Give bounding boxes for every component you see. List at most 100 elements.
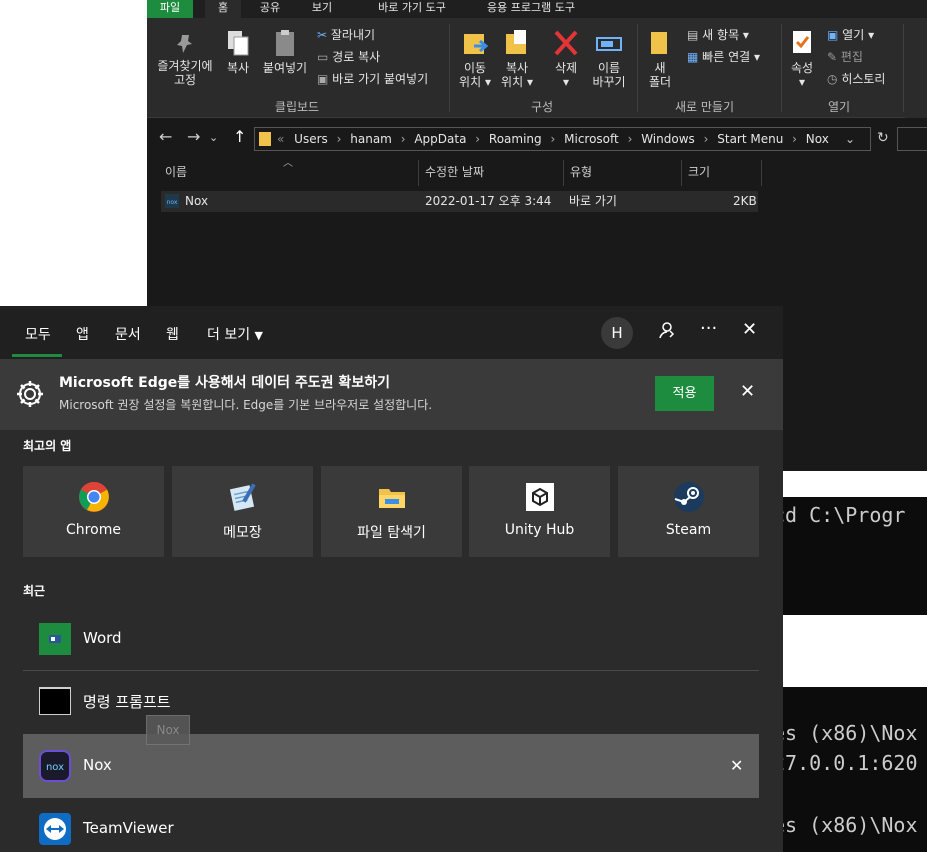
breadcrumb-separator: ›: [627, 132, 633, 146]
breadcrumb: Users › hanam › AppData › Roaming › Micr…: [288, 132, 829, 146]
delete-x-icon: [554, 30, 578, 56]
new-item-button[interactable]: ▤ 새 항목 ▾: [687, 28, 749, 42]
edit-button[interactable]: ✎ 편집: [827, 50, 863, 64]
breadcrumb-item[interactable]: Microsoft: [564, 132, 619, 146]
new-folder-button[interactable]: 새 폴더: [643, 28, 677, 89]
chevron-down-icon[interactable]: ⌄: [845, 128, 855, 150]
terminal-window: cd C:\Progr: [773, 497, 927, 615]
column-separator[interactable]: [761, 160, 762, 186]
column-size[interactable]: 크기: [684, 160, 760, 186]
tab-view[interactable]: 보기: [303, 0, 341, 18]
breadcrumb-item[interactable]: Roaming: [489, 132, 542, 146]
forward-arrow-icon[interactable]: →: [187, 127, 200, 146]
breadcrumb-separator: ›: [703, 132, 709, 146]
background-window-area: [783, 471, 927, 497]
new-folder-label-2: 폴더: [648, 75, 672, 89]
cut-label: 잘라내기: [330, 28, 376, 42]
ribbon-separator: [781, 24, 782, 112]
breadcrumb-item[interactable]: Start Menu: [717, 132, 783, 146]
avatar[interactable]: H: [601, 317, 633, 349]
copy-button[interactable]: 복사: [221, 28, 255, 75]
drag-tooltip: Nox: [146, 715, 190, 745]
search-input[interactable]: [897, 127, 927, 151]
recent-heading: 최근: [23, 584, 46, 598]
column-separator[interactable]: [418, 160, 419, 186]
search-filter-bar: 모두 앱 문서 웹 더 보기 ▼ H ··· ✕: [0, 306, 783, 359]
properties-button[interactable]: 속성 ▾: [785, 28, 819, 89]
column-separator[interactable]: [563, 160, 564, 186]
app-tile-file-explorer[interactable]: 파일 탐색기: [321, 466, 462, 557]
tab-application-tools[interactable]: 응용 프로그램 도구: [469, 0, 593, 18]
address-overflow[interactable]: «: [277, 132, 284, 146]
easy-access-icon: ▦: [687, 50, 699, 64]
copy-path-icon: ▭: [317, 50, 329, 64]
back-arrow-icon[interactable]: ←: [159, 127, 172, 146]
paste-shortcut-button[interactable]: ▣ 바로 가기 붙여넣기: [317, 72, 428, 86]
refresh-icon[interactable]: ↻: [877, 130, 889, 146]
breadcrumb-item[interactable]: Nox: [806, 132, 829, 146]
breadcrumb-item[interactable]: hanam: [350, 132, 392, 146]
column-type[interactable]: 유형: [566, 160, 682, 186]
recent-item-word[interactable]: Word: [23, 610, 759, 670]
history-label: 히스토리: [841, 72, 886, 86]
caret-down-icon: ▼: [254, 329, 264, 342]
cut-button[interactable]: ✂ 잘라내기: [317, 28, 375, 42]
move-to-button[interactable]: 이동 위치 ▾: [455, 28, 495, 89]
address-bar[interactable]: « Users › hanam › AppData › Roaming › Mi…: [254, 127, 871, 151]
tab-share[interactable]: 공유: [251, 0, 289, 18]
open-button[interactable]: ▣ 열기 ▾: [827, 28, 874, 42]
tab-home[interactable]: 홈: [205, 0, 241, 18]
up-arrow-icon[interactable]: ↑: [233, 127, 246, 146]
app-tile-steam[interactable]: Steam: [618, 466, 759, 557]
recent-item-nox[interactable]: nox Nox ✕: [23, 734, 759, 798]
pin-label-2: 고정: [173, 73, 197, 87]
tab-all-underline: [12, 354, 62, 357]
notepad-icon: [229, 483, 256, 511]
copy-to-button[interactable]: 복사 위치 ▾: [497, 28, 537, 89]
history-icon: ◷: [827, 72, 838, 86]
close-icon[interactable]: ✕: [740, 381, 755, 402]
breadcrumb-item[interactable]: Windows: [641, 132, 695, 146]
app-tile-chrome[interactable]: Chrome: [23, 466, 164, 557]
tab-apps[interactable]: 앱: [76, 324, 89, 344]
recent-item-teamviewer[interactable]: TeamViewer: [23, 800, 759, 852]
ribbon-overflow: [905, 18, 927, 118]
paste-button[interactable]: 붙여넣기: [259, 28, 311, 75]
command-prompt-icon: [39, 687, 71, 715]
teamviewer-icon: [39, 813, 71, 845]
edit-label: 편집: [840, 50, 863, 64]
breadcrumb-item[interactable]: AppData: [414, 132, 466, 146]
properties-label: 속성: [790, 61, 814, 75]
gear-icon: [14, 378, 46, 414]
close-icon[interactable]: ✕: [742, 319, 757, 340]
recent-item-label: Nox: [83, 756, 112, 774]
copy-folder-icon: [506, 30, 526, 54]
apply-button[interactable]: 적용: [655, 376, 714, 411]
tab-documents[interactable]: 문서: [115, 324, 141, 344]
table-row[interactable]: nox Nox 2022-01-17 오후 3:44 바로 가기 2KB: [161, 191, 758, 212]
tab-web[interactable]: 웹: [166, 324, 179, 344]
folder-icon: [259, 132, 271, 146]
close-icon[interactable]: ✕: [730, 756, 743, 775]
rename-button[interactable]: 이름 바꾸기: [587, 28, 631, 89]
tab-shortcut-tools[interactable]: 바로 가기 도구: [357, 0, 467, 18]
recent-locations-icon[interactable]: ⌄: [209, 131, 218, 144]
pin-quick-access-button[interactable]: 즐겨찾기에 고정: [153, 32, 217, 87]
app-tile-notepad[interactable]: 메모장: [172, 466, 313, 557]
easy-access-button[interactable]: ▦ 빠른 연결 ▾: [687, 50, 760, 64]
history-button[interactable]: ◷ 히스토리: [827, 72, 885, 86]
more-options-icon[interactable]: ···: [700, 318, 717, 339]
breadcrumb-item[interactable]: Users: [294, 132, 328, 146]
tab-all[interactable]: 모두: [25, 324, 51, 344]
column-separator[interactable]: [681, 160, 682, 186]
column-date[interactable]: 수정한 날짜: [421, 160, 565, 186]
file-date: 2022-01-17 오후 3:44: [425, 194, 552, 208]
delete-button[interactable]: 삭제 ▾: [547, 28, 585, 89]
app-tile-unity-hub[interactable]: Unity Hub: [469, 466, 610, 557]
feedback-icon[interactable]: [657, 320, 677, 345]
copy-path-button[interactable]: ▭ 경로 복사: [317, 50, 380, 64]
recent-item-command-prompt[interactable]: 명령 프롬프트: [23, 672, 759, 732]
tab-more[interactable]: 더 보기 ▼: [207, 324, 263, 344]
terminal-line: es (x86)\Nox: [773, 721, 918, 745]
tab-file[interactable]: 파일: [147, 0, 193, 18]
